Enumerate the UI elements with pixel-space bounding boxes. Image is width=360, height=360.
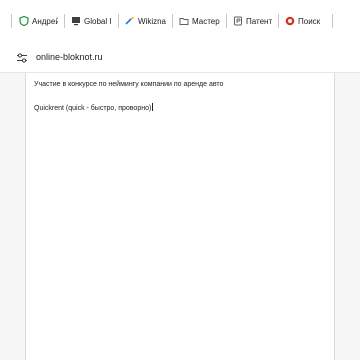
bookmark-separator <box>118 14 119 28</box>
bookmark-separator <box>64 14 65 28</box>
bookmark-label: Global I <box>84 16 112 26</box>
url-text[interactable]: online-bloknot.ru <box>36 52 103 62</box>
editor-line-2: Quickrent (quick - быстро, проворно) <box>34 103 154 112</box>
bookmark-item-4[interactable]: Мастер <box>176 10 223 32</box>
left-margin <box>0 73 26 360</box>
bookmark-label: Андрей <box>32 16 58 26</box>
address-bar[interactable]: online-bloknot.ru <box>0 42 360 72</box>
site-settings-icon[interactable] <box>16 51 28 63</box>
patent-icon <box>233 16 243 26</box>
bookmark-item-2[interactable]: Global I <box>68 10 115 32</box>
bookmark-separator <box>11 14 12 28</box>
bookmark-item-1[interactable]: Андрей <box>16 10 61 32</box>
monitor-icon <box>71 16 81 26</box>
bookmark-item-5[interactable]: Патент <box>230 10 275 32</box>
bookmark-separator <box>172 14 173 28</box>
notepad-editor[interactable]: Участие в конкурсе по неймингу компании … <box>26 73 334 360</box>
text-caret <box>152 103 154 111</box>
bookmark-item-6[interactable]: Поиск <box>282 10 329 32</box>
search-logo-icon <box>285 16 295 26</box>
bookmark-item-3[interactable]: Wikizna <box>122 10 169 32</box>
bookmark-label: Мастер <box>192 16 220 26</box>
bookmark-label: Поиск <box>298 16 321 26</box>
editor-line-1: Участие в конкурсе по неймингу компании … <box>34 81 224 88</box>
folder-icon <box>179 16 189 26</box>
pen-icon <box>125 16 135 26</box>
shield-icon <box>19 16 29 26</box>
bookmark-separator <box>278 14 279 28</box>
editor-line-2-text: Quickrent (quick - быстро, проворно) <box>34 105 152 112</box>
bookmarks-bar: Андрей Global I Wikizna Мастер Патент По… <box>0 0 360 43</box>
right-margin <box>334 73 360 360</box>
page-content: Участие в конкурсе по неймингу компании … <box>0 73 360 360</box>
bookmark-separator <box>332 14 333 28</box>
bookmark-label: Патент <box>246 16 272 26</box>
bookmark-label: Wikizna <box>138 16 166 26</box>
bookmark-separator <box>226 14 227 28</box>
